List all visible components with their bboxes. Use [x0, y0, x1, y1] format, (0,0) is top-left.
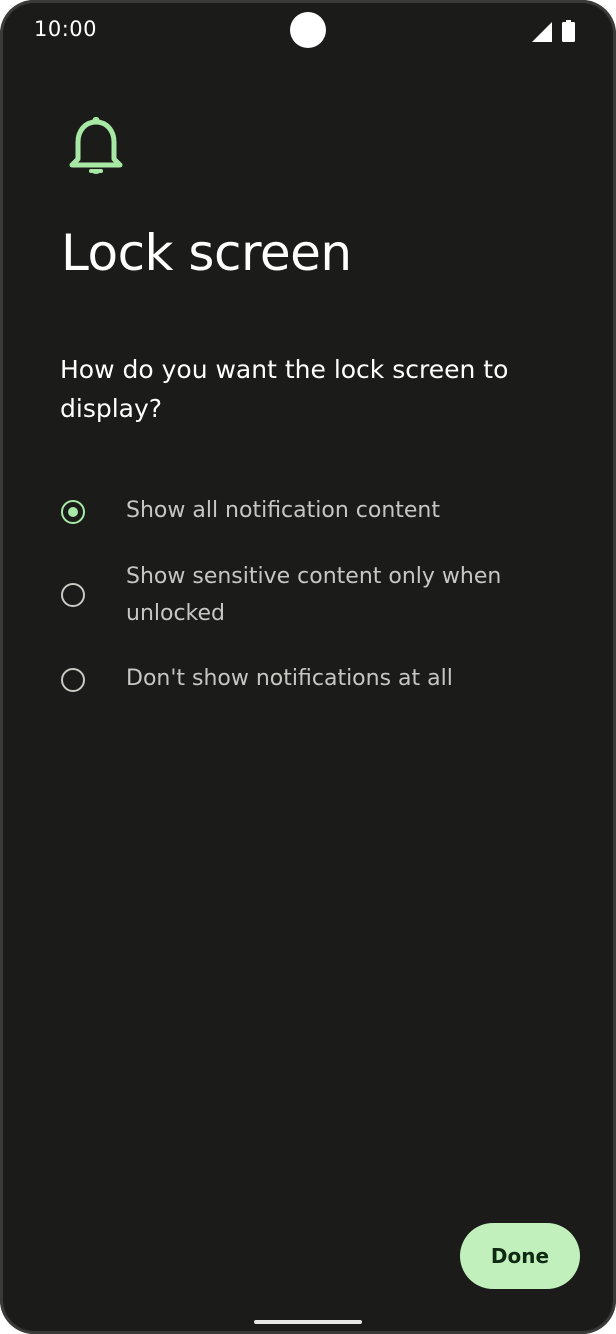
option-label: Don't show notifications at all [126, 666, 453, 691]
page-title: Lock screen [61, 224, 352, 282]
radio-button[interactable] [61, 583, 85, 607]
gesture-nav-handle[interactable] [254, 1320, 362, 1324]
option-show-all[interactable]: Show all notification content [48, 492, 568, 532]
camera-cutout [290, 12, 326, 48]
radio-button-selected[interactable] [61, 500, 85, 524]
status-time: 10:00 [34, 17, 98, 41]
question-text: How do you want the lock screen to displ… [60, 355, 509, 423]
done-button[interactable]: Done [460, 1223, 580, 1289]
option-dont-show[interactable]: Don't show notifications at all [48, 660, 568, 700]
radio-button[interactable] [61, 668, 85, 692]
radio-dot [68, 507, 78, 517]
option-sensitive-only-unlocked[interactable]: Show sensitive content only when unlocke… [48, 558, 568, 634]
option-label: Show sensitive content only when unlocke… [126, 564, 502, 626]
phone-screen: 10:00 Lock screen How do you want the lo… [0, 0, 616, 1334]
signal-icon [532, 22, 552, 42]
status-bar: 10:00 [0, 0, 616, 62]
option-label: Show all notification content [126, 498, 440, 523]
bell-icon [69, 117, 123, 174]
battery-icon [562, 20, 575, 42]
